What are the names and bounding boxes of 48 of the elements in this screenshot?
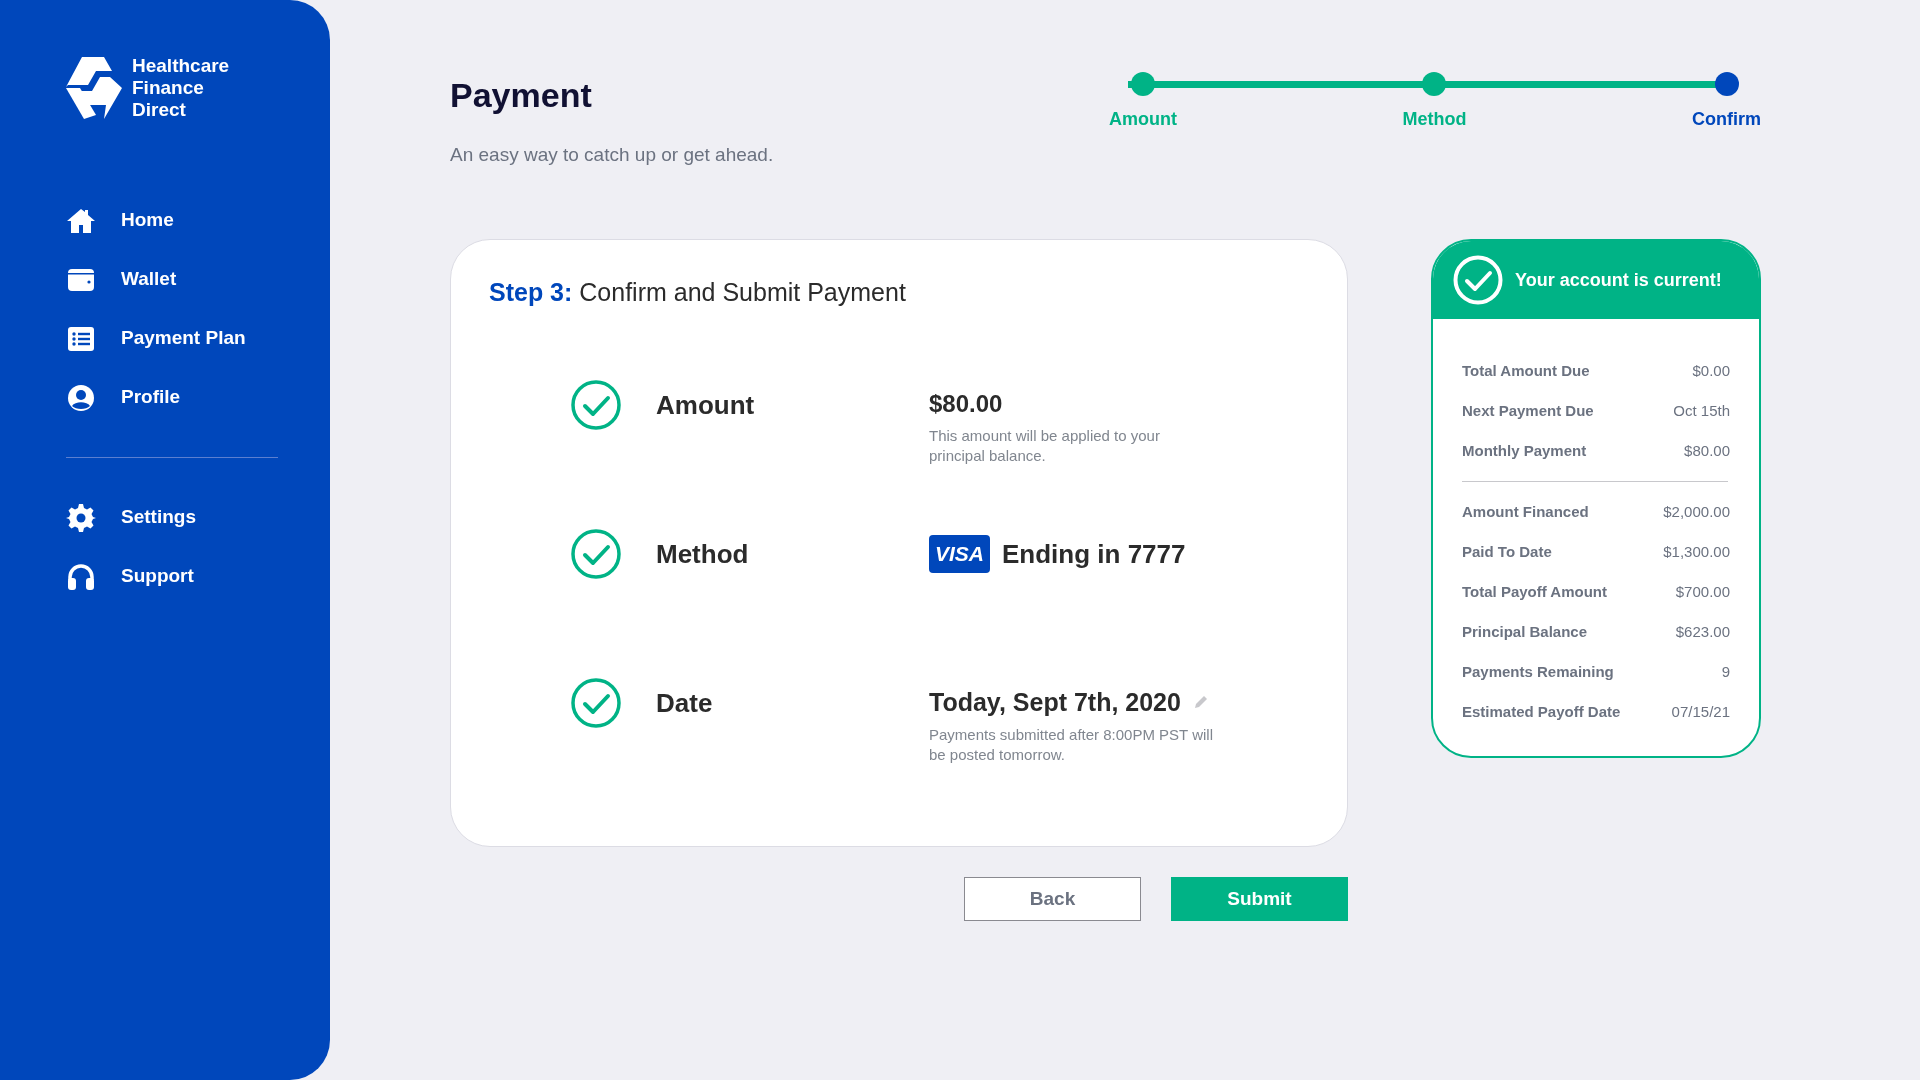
summary-value: Oct 15th (1673, 400, 1730, 421)
logo-icon (66, 57, 122, 119)
summary-label: Estimated Payoff Date (1462, 701, 1621, 722)
nav-item[interactable]: Home (66, 191, 278, 250)
brand-name: Healthcare (132, 55, 230, 77)
summary-value: $1,300.00 (1663, 541, 1730, 562)
page-subtitle: An easy way to catch up or get ahead. (450, 142, 774, 167)
nav-item[interactable]: Profile (66, 368, 278, 427)
pencil-icon (1192, 694, 1209, 711)
summary-value: $700.00 (1675, 581, 1730, 602)
step-label[interactable]: Confirm (1692, 106, 1761, 133)
headset-icon (66, 561, 96, 592)
summary-value: 9 (1721, 661, 1730, 682)
row-label: Amount (656, 388, 756, 422)
check-circle-icon (1453, 255, 1503, 305)
summary-label: Total Amount Due (1462, 360, 1590, 381)
summary-label: Principal Balance (1462, 621, 1588, 642)
nav-item[interactable]: Payment Plan (66, 309, 278, 368)
nav-item[interactable]: Support (66, 547, 278, 606)
summary-label: Paid To Date (1462, 541, 1552, 562)
row-label: Date (656, 686, 714, 720)
card-title: Step 3: Confirm and Submit Payment (489, 277, 907, 308)
page-title: Payment (450, 75, 593, 116)
user-icon (66, 382, 96, 413)
summary-label: Monthly Payment (1462, 440, 1587, 461)
summary-label: Amount Financed (1462, 501, 1589, 522)
summary-label: Total Payoff Amount (1462, 581, 1607, 602)
brand-name: Direct (132, 99, 187, 121)
account-status: Your account is current! (1515, 268, 1722, 292)
summary-value: $80.00 (1684, 440, 1730, 461)
summary-value: 07/15/21 (1671, 701, 1730, 722)
nav-item[interactable]: Wallet (66, 250, 278, 309)
summary-label: Next Payment Due (1462, 400, 1594, 421)
card-brand-logo: VISA (929, 535, 990, 573)
summary-label: Payments Remaining (1462, 661, 1614, 682)
summary-value: $623.00 (1675, 621, 1730, 642)
settings-icon (66, 502, 96, 533)
summary-value: $0.00 (1692, 360, 1730, 381)
row-note: This amount will be applied to your principal balance. (929, 425, 1161, 466)
row-label: Method (656, 537, 750, 571)
payment-amount: $80.00 (929, 388, 1003, 419)
card-ending: Ending in 7777 (1002, 537, 1186, 571)
row-note: Payments submitted after 8:00PM PST will be posted tomorrow. (929, 725, 1214, 765)
brand-name: Finance (132, 77, 205, 99)
summary-value: $2,000.00 (1663, 501, 1730, 522)
back-button[interactable]: Back (964, 877, 1141, 921)
nav-item[interactable]: Settings (66, 488, 278, 547)
payment-date: Today, Sept 7th, 2020 (929, 686, 1181, 718)
